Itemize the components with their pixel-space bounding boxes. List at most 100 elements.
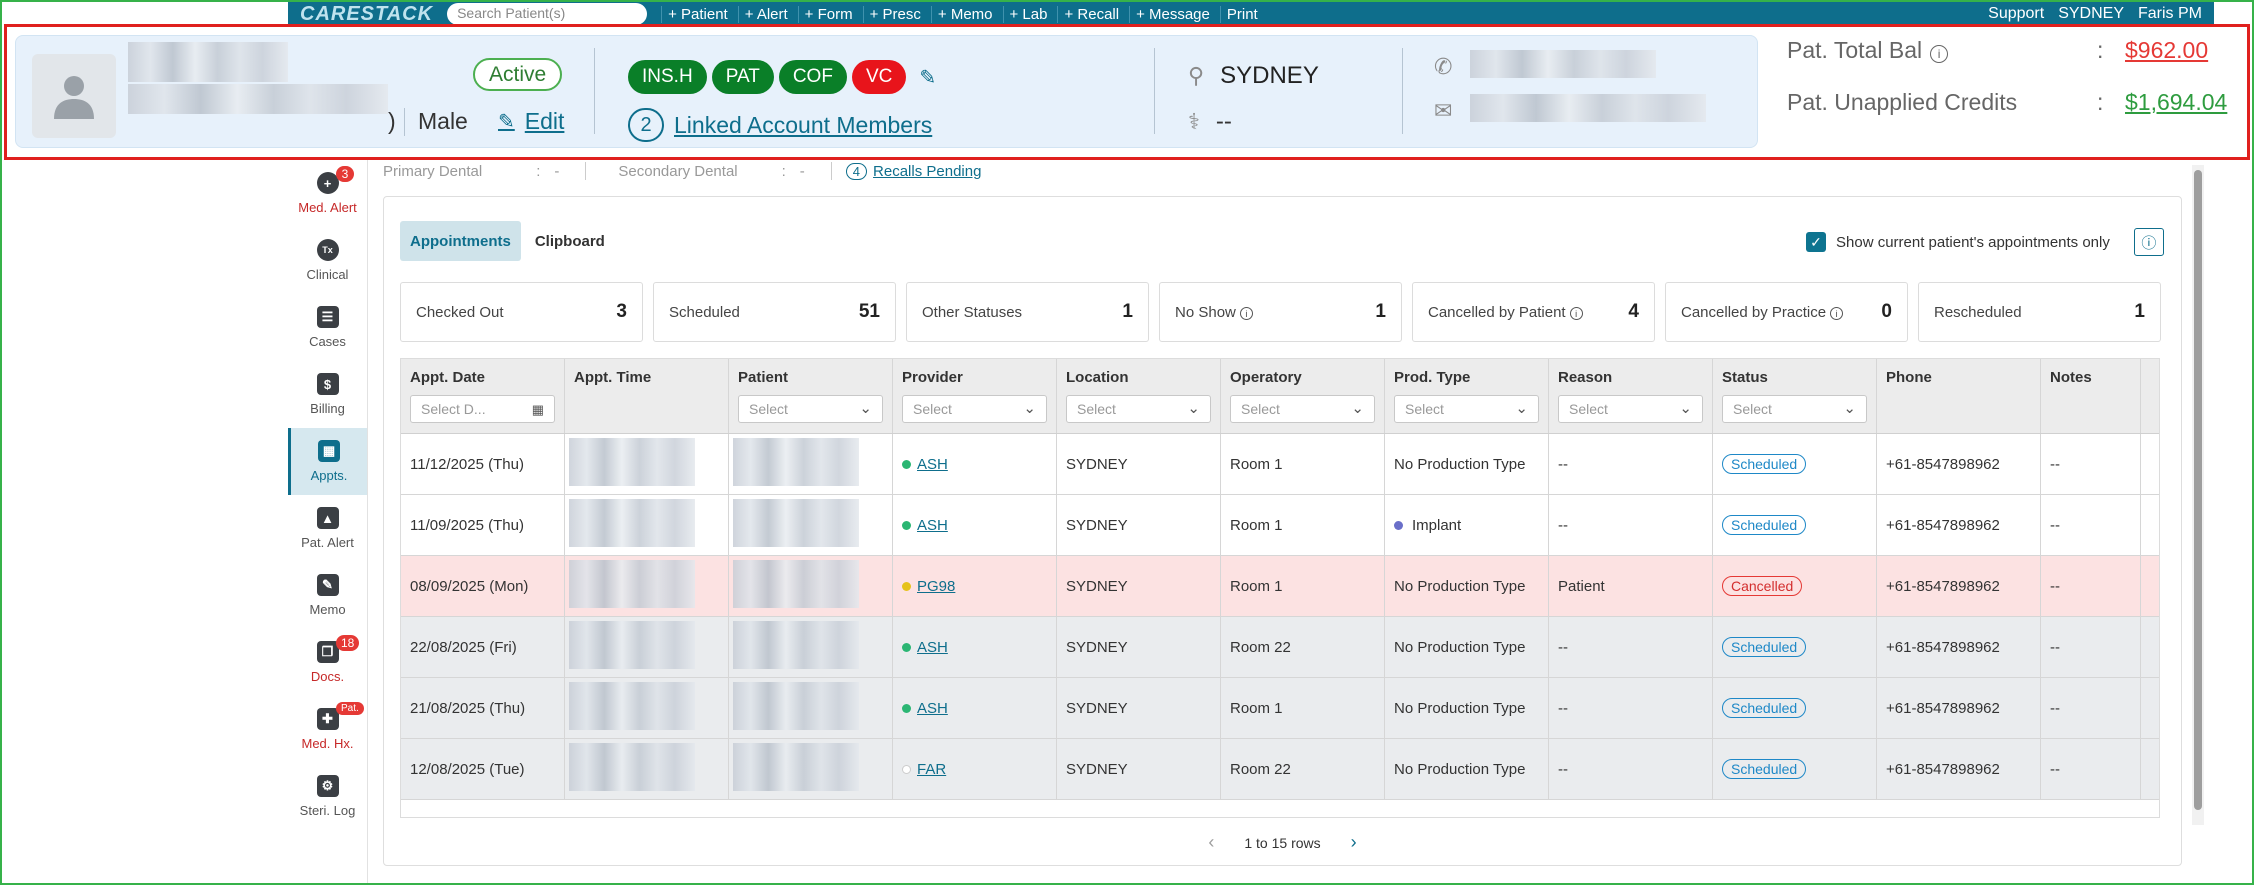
provider-link[interactable]: FAR xyxy=(917,761,946,778)
column-filter-select[interactable]: Select ⌄ xyxy=(738,395,883,423)
prod-type-text: No Production Type xyxy=(1394,577,1526,595)
linked-account-members-link[interactable]: 2 Linked Account Members xyxy=(628,108,932,142)
stat-card-no-show[interactable]: No Show i 1 xyxy=(1159,282,1402,342)
provider-link[interactable]: PG98 xyxy=(917,578,955,595)
cell-appt-date: 11/12/2025 (Thu) xyxy=(401,434,565,494)
column-title: Reason xyxy=(1558,369,1613,386)
table-row[interactable]: 08/09/2025 (Mon) PG98 SYDNEY Room 1 No Produ… xyxy=(401,556,2159,617)
location-switcher[interactable]: SYDNEY xyxy=(2058,5,2124,23)
user-menu[interactable]: Faris PM xyxy=(2138,5,2202,23)
topbar-button-3[interactable]: + Presc xyxy=(862,5,927,23)
sidebar-item-label: Cases xyxy=(309,334,346,349)
column-filter-select[interactable]: Select ⌄ xyxy=(1394,395,1539,423)
column-filter-select[interactable]: Select ⌄ xyxy=(1558,395,1703,423)
sidebar-item-label: Appts. xyxy=(310,468,348,483)
sidebar-item-billing[interactable]: $ Billing xyxy=(288,361,367,428)
stat-card-cancelled-by-patient[interactable]: Cancelled by Patient i 4 xyxy=(1412,282,1655,342)
calendar-icon[interactable]: ▦ xyxy=(532,402,544,418)
topbar-button-5[interactable]: + Lab xyxy=(1002,5,1054,23)
sidebar-item-med-hx[interactable]: ✚ Med. Hx. Pat. xyxy=(288,696,367,763)
table-row[interactable]: 21/08/2025 (Thu) ASH SYDNEY Room 1 No Produc… xyxy=(401,678,2159,739)
edit-patient-link[interactable]: ✎ Edit xyxy=(498,108,564,135)
support-link[interactable]: Support xyxy=(1988,5,2044,23)
stat-value: 1 xyxy=(1122,301,1133,322)
sidebar-item-pat-alert[interactable]: ▲ Pat. Alert xyxy=(288,495,367,562)
balance-amount[interactable]: $962.00 xyxy=(2125,37,2208,64)
topbar-button-4[interactable]: + Memo xyxy=(930,5,999,23)
info-button[interactable]: ⓘ xyxy=(2133,228,2164,256)
cell-status: Scheduled xyxy=(1713,434,1877,494)
sidebar-item-cases[interactable]: ☰ Cases xyxy=(288,294,367,361)
topbar-button-1[interactable]: + Alert xyxy=(737,5,794,23)
provider-link[interactable]: ASH xyxy=(917,639,948,656)
next-page-icon[interactable]: › xyxy=(1351,832,1357,853)
column-header-patient: Patient Select ⌄ xyxy=(729,359,893,433)
prev-page-icon[interactable]: ‹ xyxy=(1208,832,1214,853)
checkbox-checked-icon[interactable]: ✓ xyxy=(1806,232,1826,252)
topbar-button-7[interactable]: + Message xyxy=(1129,5,1216,23)
sidebar-item-memo[interactable]: ✎ Memo xyxy=(288,562,367,629)
cell-appt-time xyxy=(565,739,729,799)
appointments-table: Appt. Date Select D... ▦ Appt. Time Patient S… xyxy=(400,358,2160,818)
cell-patient xyxy=(729,556,893,616)
patient-name-redacted xyxy=(733,438,859,486)
cell-reason: Patient xyxy=(1549,556,1713,616)
provider-link[interactable]: ASH xyxy=(917,700,948,717)
mail-icon: ✉ xyxy=(1434,98,1453,123)
prod-type-text: No Production Type xyxy=(1394,638,1526,656)
cell-reason: -- xyxy=(1549,617,1713,677)
credits-amount[interactable]: $1,694.04 xyxy=(2125,89,2227,116)
stat-card-other-statuses[interactable]: Other Statuses 1 xyxy=(906,282,1149,342)
topbar-button-6[interactable]: + Recall xyxy=(1057,5,1125,23)
credits-label: Pat. Unapplied Credits xyxy=(1787,89,2018,115)
patient-tag-vc[interactable]: VC xyxy=(851,60,907,94)
patient-tag-ins-h[interactable]: INS.H xyxy=(628,60,707,94)
topbar-button-0[interactable]: + Patient xyxy=(661,5,734,23)
sidebar-item-docs[interactable]: ❐ Docs. 18 xyxy=(288,629,367,696)
column-filter-select[interactable]: Select ⌄ xyxy=(1230,395,1375,423)
date-filter-input[interactable]: Select D... ▦ xyxy=(410,395,555,423)
show-current-label: Show current patient's appointments only xyxy=(1836,233,2110,251)
column-filter-select[interactable]: Select ⌄ xyxy=(902,395,1047,423)
sidebar-item-appts[interactable]: ▦ Appts. xyxy=(288,428,367,495)
show-current-patient-toggle[interactable]: ✓ Show current patient's appointments on… xyxy=(1806,228,2164,256)
tab-appointments[interactable]: Appointments xyxy=(400,221,521,261)
sidebar-item-steri-log[interactable]: ⚙ Steri. Log xyxy=(288,763,367,830)
table-row[interactable]: 12/08/2025 (Tue) FAR SYDNEY Room 22 No Produ… xyxy=(401,739,2159,800)
page-scrollbar[interactable] xyxy=(2192,165,2204,825)
column-filter-select[interactable]: Select ⌄ xyxy=(1066,395,1211,423)
cell-reason: -- xyxy=(1549,434,1713,494)
patient-search-input[interactable]: Search Patient(s) xyxy=(447,3,648,25)
status-badge: Scheduled xyxy=(1722,759,1807,779)
provider-link[interactable]: ASH xyxy=(917,517,948,534)
appt-time-redacted xyxy=(569,682,695,730)
recalls-pending-link[interactable]: Recalls Pending xyxy=(873,163,981,180)
topbar-button-2[interactable]: + Form xyxy=(797,5,859,23)
column-filter-select[interactable]: Select ⌄ xyxy=(1722,395,1867,423)
cell-patient xyxy=(729,495,893,555)
patient-tag-cof[interactable]: COF xyxy=(778,60,847,94)
table-row[interactable]: 22/08/2025 (Fri) ASH SYDNEY Room 22 No Produ… xyxy=(401,617,2159,678)
table-row[interactable]: 11/12/2025 (Thu) ASH SYDNEY Room 1 No Produc… xyxy=(401,434,2159,495)
sidebar-item-label: Pat. Alert xyxy=(301,535,354,550)
stat-card-cancelled-by-practice[interactable]: Cancelled by Practice i 0 xyxy=(1665,282,1908,342)
pencil-icon: ✎ xyxy=(498,111,515,133)
topbar-button-8[interactable]: Print xyxy=(1219,5,1264,23)
prod-type-text: Implant xyxy=(1412,516,1462,534)
stat-card-rescheduled[interactable]: Rescheduled 1 xyxy=(1918,282,2161,342)
column-title: Provider xyxy=(902,369,963,386)
cell-location: SYDNEY xyxy=(1057,495,1221,555)
table-row[interactable]: 11/09/2025 (Thu) ASH SYDNEY Room 1 Implant --… xyxy=(401,495,2159,556)
sidebar-item-med-alert[interactable]: + Med. Alert 3 xyxy=(288,160,367,227)
stat-card-checked-out[interactable]: Checked Out 3 xyxy=(400,282,643,342)
chevron-down-icon: ⌄ xyxy=(1187,400,1200,417)
patient-tag-pat[interactable]: PAT xyxy=(711,60,774,94)
stat-card-scheduled[interactable]: Scheduled 51 xyxy=(653,282,896,342)
sidebar-item-clinical[interactable]: Tx Clinical xyxy=(288,227,367,294)
stat-value: 1 xyxy=(1375,301,1386,322)
provider-link[interactable]: ASH xyxy=(917,456,948,473)
sidebar-item-label: Clinical xyxy=(306,267,349,282)
cell-text: Room 22 xyxy=(1230,638,1291,656)
edit-tags-pencil-icon[interactable]: ✎ xyxy=(919,65,936,90)
tab-clipboard[interactable]: Clipboard xyxy=(525,221,615,261)
